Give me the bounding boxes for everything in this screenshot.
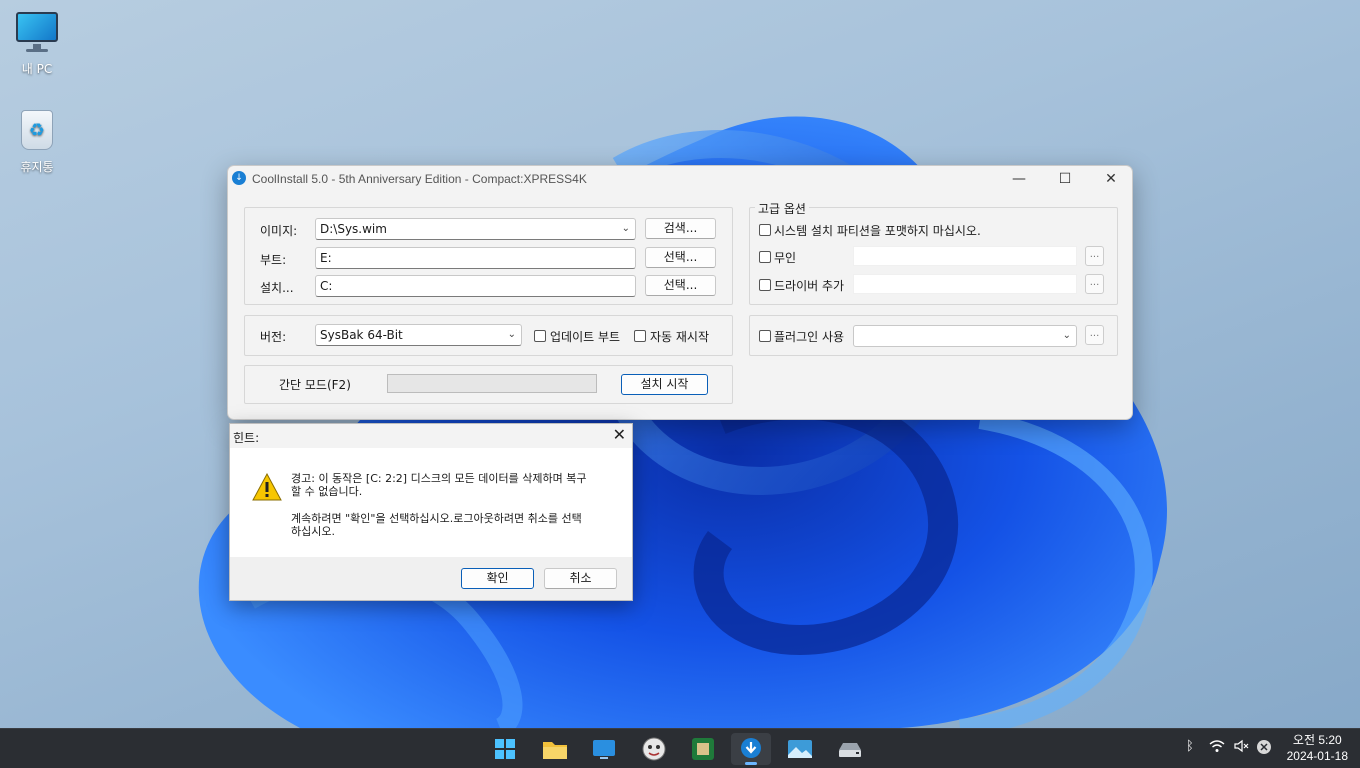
desktop-icon-this-pc[interactable]: 내 PC — [1, 10, 73, 77]
version-label: 버전: — [260, 330, 287, 344]
warning-message-line-2: 할 수 없습니다. — [291, 485, 363, 498]
wifi-icon[interactable] — [1209, 739, 1225, 757]
install-select-button[interactable]: 선택... — [645, 275, 716, 296]
add-driver-checkbox[interactable] — [759, 279, 771, 291]
taskbar-avatar-app[interactable] — [634, 733, 674, 765]
desktop-icon-label: 휴지통 — [20, 160, 54, 174]
warning-message-line-1: 경고: 이 동작은 [C: 2:2] 디스크의 모든 데이터를 삭제하며 복구 — [291, 472, 587, 485]
confirm-message-line-1: 계속하려면 "확인"을 선택하십시오.로그아웃하려면 취소를 선택 — [291, 512, 582, 525]
add-driver-label: 드라이버 추가 — [774, 279, 845, 293]
unattended-checkbox[interactable] — [759, 251, 771, 263]
taskbar-remote-desktop[interactable] — [584, 733, 624, 765]
desktop-icon-label: 내 PC — [21, 62, 53, 76]
drive-icon — [839, 743, 861, 757]
notification-icon[interactable] — [1256, 739, 1272, 759]
auto-restart-label: 자동 재시작 — [650, 330, 710, 344]
taskbar-coolinstall[interactable] — [731, 733, 771, 765]
window-title: CoolInstall 5.0 - 5th Anniversary Editio… — [252, 172, 587, 186]
chevron-down-icon: ⌄ — [507, 329, 516, 340]
plugin-label: 플러그인 사용 — [774, 330, 845, 344]
clock-time: 오전 5:20 — [1292, 733, 1342, 747]
add-driver-browse-button[interactable]: ... — [1085, 274, 1104, 294]
coolinstall-icon — [741, 738, 761, 758]
plugin-checkbox[interactable] — [759, 330, 771, 342]
coolinstall-window: ↓ CoolInstall 5.0 - 5th Anniversary Edit… — [227, 165, 1133, 420]
ok-button[interactable]: 확인 — [461, 568, 534, 589]
title-bar[interactable]: ↓ CoolInstall 5.0 - 5th Anniversary Edit… — [228, 166, 1132, 192]
close-button[interactable]: ✕ — [1088, 166, 1134, 192]
file-explorer-icon — [543, 742, 567, 759]
chevron-down-icon: ⌄ — [621, 223, 630, 234]
boot-select-button[interactable]: 선택... — [645, 247, 716, 268]
image-value: D:\Sys.wim — [320, 222, 387, 236]
recycle-bin-icon: ♻ — [14, 108, 60, 154]
taskbar-chip-app[interactable] — [683, 733, 723, 765]
update-boot-label: 업데이트 부트 — [550, 330, 621, 344]
unattended-label: 무인 — [774, 251, 797, 265]
hint-dialog: 힌트: ✕ 경고: 이 동작은 [C: 2:2] 디스크의 모든 데이터를 삭제… — [229, 423, 633, 601]
no-format-label: 시스템 설치 파티션을 포맷하지 마십시오. — [774, 224, 981, 238]
install-progress-bar — [387, 374, 597, 393]
version-select[interactable]: SysBak 64-Bit ⌄ — [315, 324, 522, 346]
start-icon — [495, 739, 515, 759]
image-select[interactable]: D:\Sys.wim ⌄ — [315, 218, 636, 240]
clock-date: 2024-01-18 — [1286, 749, 1348, 763]
boot-label: 부트: — [260, 253, 287, 267]
minimize-button[interactable]: — — [996, 166, 1042, 192]
boot-field[interactable]: E: — [315, 247, 636, 269]
cancel-button[interactable]: 취소 — [544, 568, 617, 589]
install-label: 설치... — [260, 281, 294, 295]
active-indicator — [745, 762, 757, 765]
coolinstall-app-icon: ↓ — [232, 171, 246, 185]
dialog-close-button[interactable]: ✕ — [613, 425, 626, 444]
maximize-button[interactable]: ☐ — [1042, 166, 1088, 192]
remote-desktop-icon — [593, 740, 615, 759]
search-button[interactable]: 검색... — [645, 218, 716, 239]
taskbar: ᛒ 오전 5:20 2024-01-18 — [0, 728, 1360, 768]
image-viewer-icon — [788, 740, 812, 758]
taskbar-image-viewer[interactable] — [780, 733, 820, 765]
volume-muted-icon[interactable] — [1234, 739, 1250, 757]
update-boot-checkbox[interactable] — [534, 330, 546, 342]
no-format-checkbox[interactable] — [759, 224, 771, 236]
dialog-title-bar[interactable]: 힌트: ✕ — [230, 424, 632, 448]
avatar-app-icon — [642, 737, 666, 761]
start-install-button[interactable]: 설치 시작 — [621, 374, 708, 395]
simple-mode-label[interactable]: 간단 모드(F2) — [279, 376, 351, 393]
confirm-message-line-2: 하십시오. — [291, 525, 335, 538]
chevron-down-icon: ⌄ — [1062, 330, 1071, 341]
image-label: 이미지: — [260, 224, 298, 238]
version-value: SysBak 64-Bit — [320, 328, 403, 342]
dialog-title: 힌트: — [233, 431, 260, 445]
advanced-options-title: 고급 옵션 — [755, 200, 809, 217]
bluetooth-icon[interactable]: ᛒ — [1186, 739, 1194, 754]
warning-icon — [252, 473, 282, 501]
unattended-browse-button[interactable]: ... — [1085, 246, 1104, 266]
plugin-browse-button[interactable]: ... — [1085, 325, 1104, 345]
chip-app-icon — [692, 738, 714, 760]
install-field[interactable]: C: — [315, 275, 636, 297]
this-pc-icon — [14, 10, 60, 56]
taskbar-drive[interactable] — [830, 733, 870, 765]
auto-restart-checkbox[interactable] — [634, 330, 646, 342]
system-clock[interactable]: 오전 5:20 2024-01-18 — [1287, 732, 1348, 764]
taskbar-file-explorer[interactable] — [535, 733, 575, 765]
add-driver-field[interactable] — [853, 274, 1077, 294]
desktop-icon-recycle-bin[interactable]: ♻ 휴지통 — [1, 108, 73, 175]
start-button[interactable] — [485, 733, 525, 765]
unattended-field[interactable] — [853, 246, 1077, 266]
dialog-footer: 확인 취소 — [230, 557, 632, 600]
plugin-select[interactable]: ⌄ — [853, 325, 1077, 347]
